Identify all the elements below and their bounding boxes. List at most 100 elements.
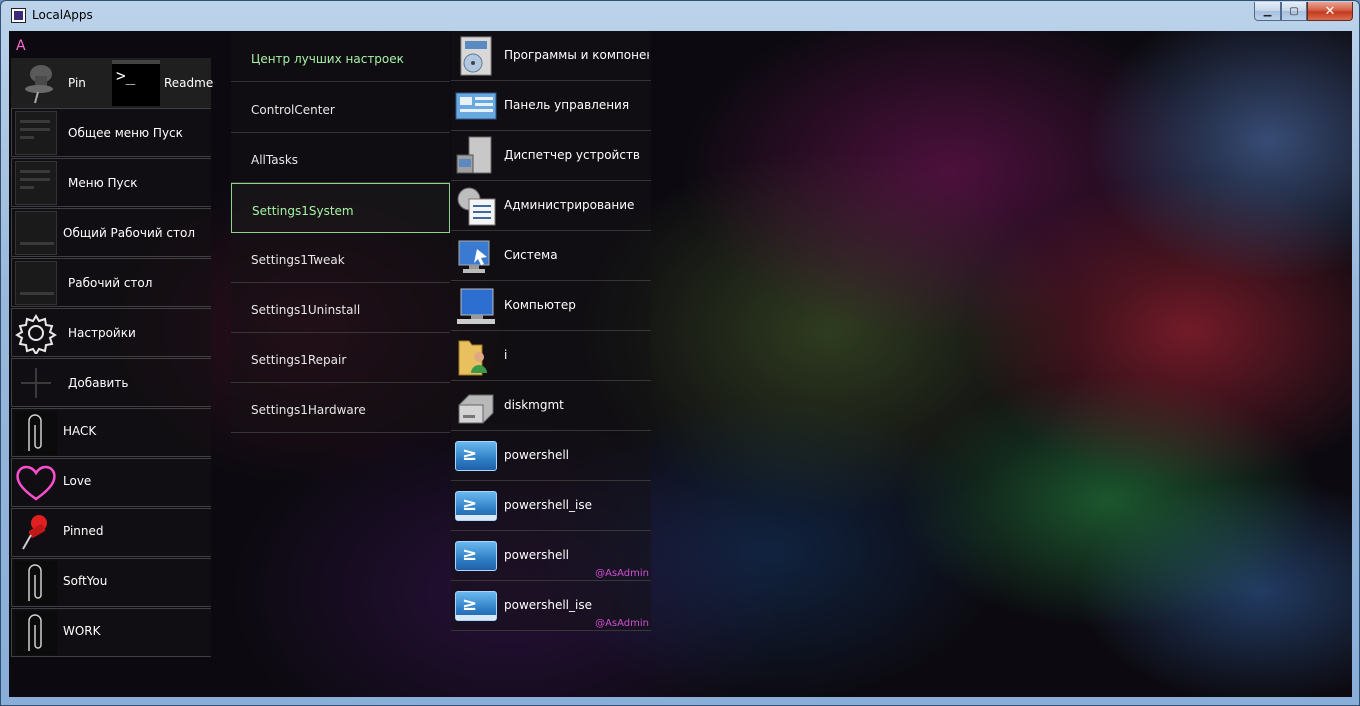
item-label: Рабочий стол bbox=[68, 276, 153, 290]
item-label: Общий Рабочий стол bbox=[63, 226, 195, 240]
item-label: WORK bbox=[63, 624, 101, 638]
program-label: powershell bbox=[504, 448, 569, 462]
list-item-start-menu[interactable]: Меню Пуск bbox=[11, 158, 211, 207]
item-label: Настройки bbox=[68, 326, 136, 340]
program-label: Система bbox=[504, 248, 558, 262]
category-item[interactable]: Settings1Hardware bbox=[231, 383, 450, 433]
program-item[interactable]: Диспетчер устройств bbox=[451, 131, 651, 181]
powershell-ise-icon bbox=[455, 485, 497, 527]
list-item-hack[interactable]: HACK bbox=[11, 408, 211, 457]
item-label: Pinned bbox=[63, 524, 104, 538]
disk-icon bbox=[455, 385, 497, 427]
program-label: i bbox=[504, 348, 508, 362]
list-item-common-desktop[interactable]: Общий Рабочий стол bbox=[11, 208, 211, 257]
title-bar[interactable]: LocalApps ▁ ▢ ✕ bbox=[1, 1, 1359, 31]
category-label: Settings1Hardware bbox=[251, 403, 366, 417]
program-label: powershell bbox=[504, 548, 569, 562]
program-item[interactable]: Компьютер bbox=[451, 281, 651, 331]
program-label: Администрирование bbox=[504, 198, 635, 212]
program-item[interactable]: Программы и компоненты bbox=[451, 31, 651, 81]
start-menu-icon bbox=[14, 161, 58, 205]
minimize-button[interactable]: ▁ bbox=[1254, 2, 1281, 21]
program-item[interactable]: powershell_ise @AsAdmin bbox=[451, 581, 651, 631]
program-label: powershell_ise bbox=[504, 598, 592, 612]
close-button[interactable]: ✕ bbox=[1307, 2, 1353, 21]
client-area: A Pin >_ Readme Общее меню Пуск Меню Пус… bbox=[9, 31, 1352, 697]
program-item[interactable]: diskmgmt bbox=[451, 381, 651, 431]
pin-row: Pin >_ Readme bbox=[11, 58, 213, 108]
category-label: ControlCenter bbox=[251, 103, 335, 117]
list-item-work[interactable]: WORK bbox=[11, 608, 211, 657]
list-item-love[interactable]: Love bbox=[11, 458, 211, 507]
group-letter: A bbox=[16, 38, 26, 54]
paperclip-icon bbox=[14, 411, 58, 455]
window-title: LocalApps bbox=[32, 8, 93, 22]
thumbtack-icon[interactable] bbox=[21, 62, 57, 104]
heart-icon bbox=[14, 461, 58, 505]
terminal-icon[interactable]: >_ bbox=[112, 60, 160, 106]
desktop-icon bbox=[14, 261, 58, 305]
category-item[interactable]: ControlCenter bbox=[231, 83, 450, 133]
program-label: Программы и компоненты bbox=[504, 48, 649, 62]
program-item[interactable]: Система bbox=[451, 231, 651, 281]
category-label: Центр лучших настроек bbox=[251, 52, 404, 66]
category-label: Settings1Tweak bbox=[251, 253, 345, 267]
program-label: diskmgmt bbox=[504, 398, 564, 412]
program-item[interactable]: i bbox=[451, 331, 651, 381]
start-menu-icon bbox=[14, 111, 58, 155]
item-label: SoftYou bbox=[63, 574, 108, 588]
item-label: Добавить bbox=[68, 376, 129, 390]
paperclip-icon bbox=[14, 561, 58, 605]
category-item[interactable]: AllTasks bbox=[231, 133, 450, 183]
program-item[interactable]: powershell @AsAdmin bbox=[451, 531, 651, 581]
system-icon bbox=[455, 235, 497, 277]
app-icon[interactable] bbox=[11, 8, 26, 23]
program-item[interactable]: powershell_ise bbox=[451, 481, 651, 531]
category-label: Settings1Repair bbox=[251, 353, 347, 367]
window-controls: ▁ ▢ ✕ bbox=[1254, 2, 1353, 21]
list-item-pinned[interactable]: Pinned bbox=[11, 508, 211, 557]
program-label: Диспетчер устройств bbox=[504, 148, 641, 162]
item-label: HACK bbox=[63, 424, 97, 438]
pushpin-icon bbox=[14, 511, 58, 555]
app-window: LocalApps ▁ ▢ ✕ A Pin >_ Readme Общее ме… bbox=[0, 0, 1360, 706]
computer-icon bbox=[455, 285, 497, 327]
item-label: Меню Пуск bbox=[68, 176, 138, 190]
program-label: powershell_ise bbox=[504, 498, 592, 512]
control-panel-icon bbox=[455, 85, 497, 127]
category-item[interactable]: Settings1Repair bbox=[231, 333, 450, 383]
category-label: Settings1Uninstall bbox=[251, 303, 361, 317]
list-item-softyou[interactable]: SoftYou bbox=[11, 558, 211, 607]
list-item-settings[interactable]: Настройки bbox=[11, 308, 211, 357]
list-item-add[interactable]: Добавить bbox=[11, 358, 211, 407]
powershell-icon bbox=[455, 435, 497, 477]
desktop-icon bbox=[14, 211, 58, 255]
admin-badge: @AsAdmin bbox=[595, 618, 649, 629]
program-item[interactable]: Панель управления bbox=[451, 81, 651, 131]
admin-tools-icon bbox=[455, 185, 497, 227]
gear-icon bbox=[14, 311, 58, 355]
category-item-selected[interactable]: Settings1System bbox=[231, 183, 450, 233]
category-label: Settings1System bbox=[252, 204, 354, 218]
powershell-icon bbox=[455, 535, 497, 577]
device-manager-icon bbox=[455, 135, 497, 177]
program-item[interactable]: powershell bbox=[451, 431, 651, 481]
readme-label[interactable]: Readme bbox=[164, 76, 213, 90]
item-label: Love bbox=[63, 474, 92, 488]
pin-label[interactable]: Pin bbox=[68, 76, 86, 90]
list-item-desktop[interactable]: Рабочий стол bbox=[11, 258, 211, 307]
category-item[interactable]: Settings1Tweak bbox=[231, 233, 450, 283]
program-item[interactable]: Администрирование bbox=[451, 181, 651, 231]
category-item[interactable]: Settings1Uninstall bbox=[231, 283, 450, 333]
programs-icon bbox=[455, 35, 497, 77]
list-item-common-start-menu[interactable]: Общее меню Пуск bbox=[11, 108, 211, 157]
group-column: A Pin >_ Readme Общее меню Пуск Меню Пус… bbox=[11, 31, 213, 658]
category-item[interactable]: Центр лучших настроек bbox=[231, 32, 450, 82]
plus-icon bbox=[14, 361, 58, 405]
category-label: AllTasks bbox=[251, 153, 299, 167]
paperclip-icon bbox=[14, 611, 58, 655]
item-label: Общее меню Пуск bbox=[68, 126, 183, 140]
maximize-button[interactable]: ▢ bbox=[1281, 2, 1307, 21]
powershell-ise-icon bbox=[455, 585, 497, 627]
admin-badge: @AsAdmin bbox=[595, 568, 649, 579]
